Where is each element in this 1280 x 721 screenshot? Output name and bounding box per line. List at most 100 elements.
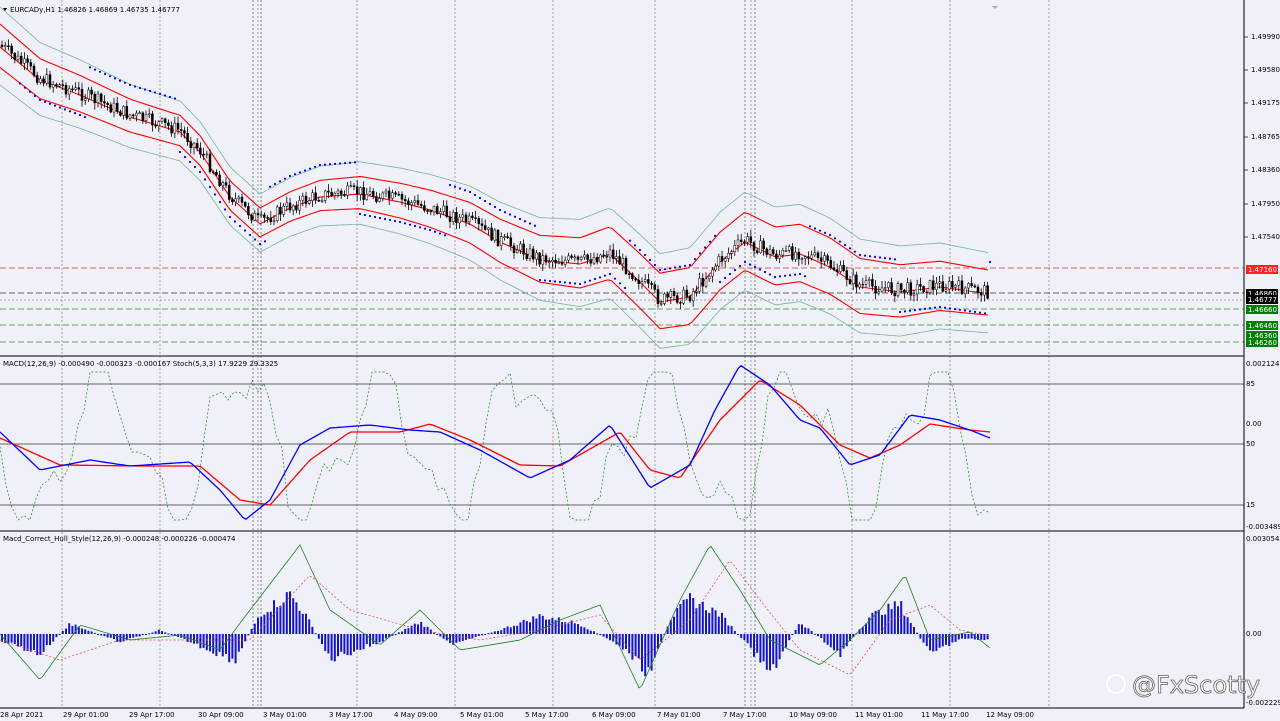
hull-histogram-bar [509,627,512,634]
time-label: 3 May 01:00 [263,711,307,719]
candle-body [154,124,157,127]
hull-histogram-bar [295,602,298,634]
candle-body [74,87,77,90]
hull-histogram-bar [679,603,682,634]
candle-body [608,249,612,258]
candle-body [807,256,810,259]
hull-histogram-bar [781,634,784,652]
time-label: 5 May 17:00 [525,711,569,719]
hull-histogram-bar [877,609,880,634]
sar-dot [973,310,977,313]
hull-histogram-bar [775,634,778,668]
sar-dot [263,240,267,243]
time-label: 7 May 17:00 [723,711,767,719]
candle-body [96,93,100,104]
sar-dot [163,94,167,97]
hull-histogram-bar [337,634,339,657]
candle-body [461,214,465,218]
trading-chart[interactable]: EURCADy,H1 1.46826 1.46869 1.46735 1.467… [0,0,1280,721]
hull-histogram-bar [205,634,208,651]
candle-body [333,193,337,196]
time-label: 10 May 09:00 [789,711,837,719]
hull-histogram-bar [833,634,835,651]
hull-histogram-bar [455,634,458,643]
sar-dot [853,250,857,253]
candle-body [416,200,420,205]
price-label: 1.47950 [1251,200,1280,208]
candle-body [583,254,586,258]
candle-body [672,290,676,296]
hull-histogram-bar [932,634,935,652]
hull-histogram-bar [247,634,250,636]
candle-body [413,200,417,203]
hull-histogram-bar [935,634,938,651]
candle-body [733,245,737,252]
hull-histogram-bar [292,598,295,634]
candle-body [954,285,957,288]
candle-body [314,192,317,201]
sar-dot [958,308,962,311]
sar-dot [413,224,417,228]
candle-body [42,78,45,84]
sar-dot [218,200,222,204]
hull-histogram-bar [605,634,608,639]
time-label: 7 May 01:00 [657,711,701,719]
hull-histogram-bar [573,623,576,634]
hull-histogram-bar [961,634,963,639]
candle-body [362,187,365,200]
hull-histogram-bar [625,634,627,649]
hull-histogram-bar [29,634,32,652]
hull-histogram-bar [273,600,275,634]
hull-histogram-bar [929,634,931,651]
sar-dot [383,217,387,221]
sar-dot [818,229,822,232]
sub1-axis-label: 15 [1246,501,1255,509]
candle-body [237,196,241,200]
sar-dot [233,220,237,223]
candle-body [615,256,618,259]
sar-dot [598,276,602,279]
candle-body [640,281,644,284]
sar-dot [248,233,252,237]
sar-dot [623,286,627,290]
sar-dot [333,162,337,165]
candle-body [944,288,948,292]
sar-dot [873,255,877,258]
sar-dot [938,305,942,309]
candle-body [167,122,170,126]
candle-body [131,114,135,117]
hull-histogram-bar [730,626,733,634]
candle-body [243,202,247,207]
hull-histogram-bar [797,624,800,634]
sar-dot [698,252,702,255]
hull-histogram-bar [804,627,807,634]
sar-dot [578,282,582,286]
candle-body [359,187,362,195]
candle-body [48,74,52,88]
hull-histogram-bar [141,634,144,636]
price-tag-label: 1.46260 [1248,339,1277,347]
sar-dot [103,72,107,76]
candle-body [595,257,599,263]
hull-histogram-bar [378,634,381,643]
sar-dot [843,243,847,247]
candle-body [896,283,900,297]
hull-histogram-bar [359,634,362,650]
hull-histogram-bar [887,603,890,634]
sar-dot [988,260,992,264]
hull-histogram-bar [596,633,599,635]
sar-dot [883,257,887,260]
sar-dot [43,100,47,103]
sar-dot [928,307,932,310]
sar-dot [798,272,802,276]
candle-body [138,112,141,115]
sar-dot [278,180,282,183]
hull-histogram-bar [394,634,397,635]
candle-body [688,296,692,302]
candle-body [589,259,593,264]
hull-histogram-bar [148,633,151,635]
time-label: 12 May 09:00 [986,711,1034,719]
candle-body [471,215,474,218]
sar-dot [803,275,807,278]
hull-histogram-bar [241,634,243,649]
